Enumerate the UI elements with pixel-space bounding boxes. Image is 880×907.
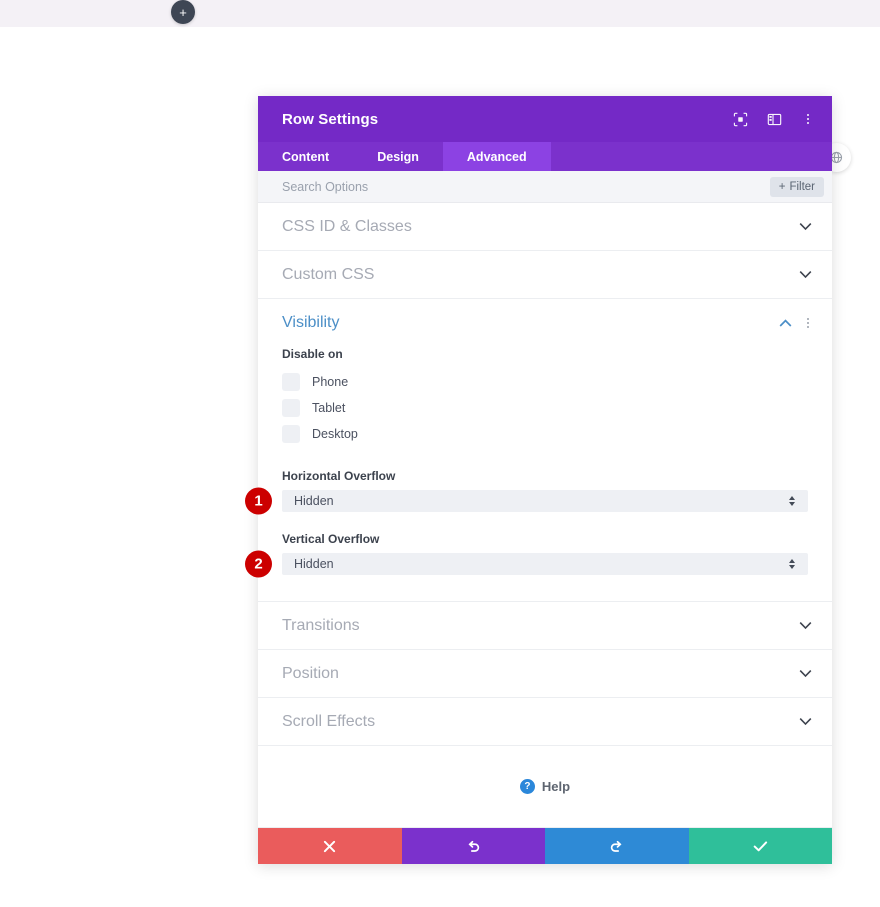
select-arrows-icon <box>787 559 796 569</box>
section-scroll-effects[interactable]: Scroll Effects <box>258 698 832 746</box>
filter-button-label: Filter <box>789 180 815 193</box>
chevron-down-icon <box>798 619 812 633</box>
select-value: Hidden <box>294 557 334 571</box>
chevron-up-icon[interactable] <box>778 316 792 330</box>
field-horizontal-overflow: Horizontal Overflow 1 Hidden <box>245 469 808 515</box>
tab-design[interactable]: Design <box>353 142 443 171</box>
layout-panel-icon[interactable] <box>766 111 782 127</box>
modal-header-actions <box>732 111 816 127</box>
tab-advanced[interactable]: Advanced <box>442 142 551 171</box>
chevron-down-icon <box>798 220 812 234</box>
cancel-button[interactable] <box>258 828 402 864</box>
field-vertical-overflow: Vertical Overflow 2 Hidden <box>245 532 808 578</box>
chevron-down-icon <box>798 268 812 282</box>
tab-content[interactable]: Content <box>258 142 353 171</box>
search-input[interactable] <box>282 179 770 194</box>
checkbox-desktop[interactable] <box>282 425 300 443</box>
page-top-strip <box>0 0 880 27</box>
redo-button[interactable] <box>545 828 689 864</box>
undo-button[interactable] <box>401 828 545 864</box>
more-vertical-icon[interactable] <box>800 111 816 127</box>
annotation-badge-2: 2 <box>245 550 272 578</box>
save-button[interactable] <box>688 828 832 864</box>
disable-on-label: Disable on <box>282 347 343 361</box>
select-arrows-icon <box>787 496 796 506</box>
section-label: CSS ID & Classes <box>282 217 412 235</box>
more-dots <box>804 112 812 126</box>
question-circle-icon: ? <box>519 779 535 794</box>
section-visibility: Visibility Disable on Phone Tablet Deskt… <box>245 299 832 602</box>
help-link[interactable]: ? Help <box>519 779 571 794</box>
focus-target-icon[interactable] <box>732 111 748 127</box>
section-label: Scroll Effects <box>282 712 376 730</box>
chevron-down-icon <box>798 667 812 681</box>
close-x-icon <box>323 840 336 853</box>
select-vertical-overflow[interactable]: 2 Hidden <box>245 550 808 578</box>
checkbox-label: Phone <box>312 375 349 389</box>
modal-footer <box>258 828 832 864</box>
section-visibility-content: Disable on Phone Tablet Desktop Horizont… <box>245 347 832 578</box>
checkbox-row-desktop[interactable]: Desktop <box>282 421 808 447</box>
checkbox-label: Desktop <box>312 427 358 441</box>
modal-header: Row Settings <box>258 96 832 142</box>
page-title: Row Settings <box>282 110 379 128</box>
section-label: Transitions <box>282 616 360 634</box>
checkbox-label: Tablet <box>312 401 346 415</box>
field-label: Horizontal Overflow <box>282 469 396 483</box>
filter-button[interactable]: + Filter <box>769 176 824 197</box>
modal-tabs: Content Design Advanced <box>258 142 832 171</box>
help-label: Help <box>541 779 571 794</box>
section-visibility-header[interactable]: Visibility <box>258 299 832 347</box>
plus-icon: + <box>179 4 187 20</box>
field-label: Vertical Overflow <box>282 532 380 546</box>
plus-icon: + <box>778 180 786 193</box>
section-position[interactable]: Position <box>258 650 832 698</box>
undo-icon <box>466 839 481 854</box>
search-bar: + Filter <box>258 171 832 203</box>
annotation-badge-1: 1 <box>245 487 272 515</box>
checkbox-row-phone[interactable]: Phone <box>282 369 808 395</box>
checkbox-row-tablet[interactable]: Tablet <box>282 395 808 421</box>
checkbox-phone[interactable] <box>282 373 300 391</box>
select-horizontal-overflow[interactable]: 1 Hidden <box>245 487 808 515</box>
section-transitions[interactable]: Transitions <box>258 602 832 650</box>
more-vertical-icon[interactable] <box>804 316 812 330</box>
add-section-button[interactable]: + <box>171 0 195 24</box>
section-css-id-classes[interactable]: CSS ID & Classes <box>258 203 832 251</box>
section-label: Visibility <box>282 314 340 331</box>
section-visibility-actions <box>778 316 812 330</box>
modal-body: CSS ID & Classes Custom CSS Visibility D… <box>245 203 832 828</box>
redo-icon <box>609 839 624 854</box>
select-value: Hidden <box>294 494 334 508</box>
row-settings-modal: Row Settings Content Design Advanced Sea… <box>245 96 832 864</box>
section-label: Position <box>282 664 339 682</box>
section-custom-css[interactable]: Custom CSS <box>258 251 832 299</box>
checkmark-icon <box>753 840 768 853</box>
chevron-down-icon <box>798 715 812 729</box>
section-label: Custom CSS <box>282 265 375 283</box>
help-area: ? Help <box>258 746 832 828</box>
checkbox-tablet[interactable] <box>282 399 300 417</box>
disable-on-group: Disable on Phone Tablet Desktop <box>282 347 808 447</box>
